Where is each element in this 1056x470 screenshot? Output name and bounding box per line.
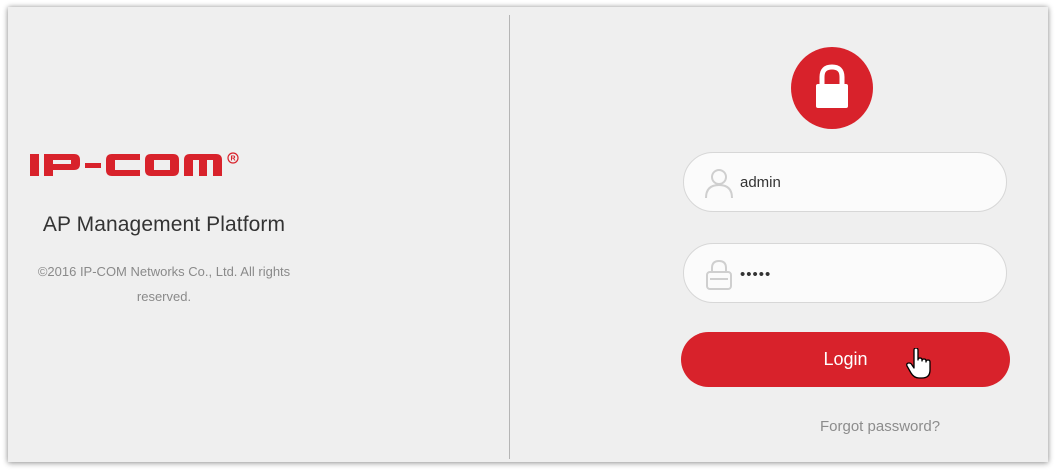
lock-outline-icon <box>702 257 736 291</box>
svg-text:R: R <box>230 156 235 163</box>
user-icon <box>702 166 736 200</box>
lock-icon <box>816 64 848 108</box>
password-input[interactable] <box>740 262 980 286</box>
username-field[interactable] <box>683 152 1007 212</box>
ip-com-logo: R <box>30 148 290 184</box>
hand-cursor-icon <box>906 347 932 380</box>
password-field[interactable] <box>683 243 1007 303</box>
copyright-text: ©2016 IP-COM Networks Co., Ltd. All righ… <box>14 259 314 309</box>
copyright-line: ©2016 IP-COM Networks Co., Ltd. All righ… <box>37 264 291 304</box>
login-button[interactable]: Login <box>681 332 1010 387</box>
login-window: R AP Management Platform ©2016 IP-COM Ne… <box>8 7 1048 462</box>
platform-title: AP Management Platform <box>42 213 286 236</box>
forgot-password-link[interactable]: Forgot password? <box>820 418 940 435</box>
username-input[interactable] <box>740 170 980 194</box>
lock-badge <box>791 47 873 129</box>
panel-divider <box>509 15 510 459</box>
